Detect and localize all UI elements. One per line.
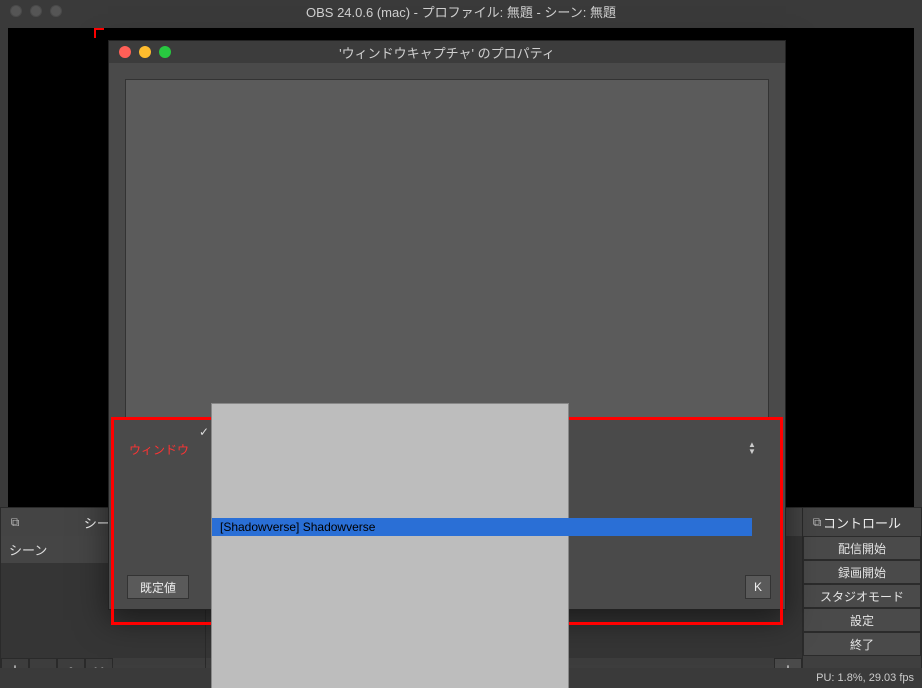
main-window-titlebar: OBS 24.0.6 (mac) - プロファイル: 無題 - シーン: 無題	[0, 0, 922, 22]
minimize-icon[interactable]	[30, 5, 42, 17]
zoom-icon[interactable]	[50, 5, 62, 17]
source-bounding-handle-icon[interactable]	[96, 30, 106, 40]
controls-dock: ⧉ コントロール 配信開始 録画開始 スタジオモード 設定 終了	[802, 507, 922, 687]
chevron-down-icon: ▼	[748, 448, 756, 455]
combo-option-selected[interactable]: [Shadowverse] Shadowverse	[212, 518, 752, 536]
close-icon[interactable]	[10, 5, 22, 17]
controls-dock-header: ⧉ コントロール	[803, 508, 921, 536]
start-stream-button[interactable]: 配信開始	[803, 536, 921, 560]
show-cursor-checkbox[interactable]: ✓	[199, 425, 211, 437]
controls-dock-title: コントロール	[823, 513, 901, 532]
settings-button[interactable]: 設定	[803, 608, 921, 632]
dialog-source-preview	[125, 79, 769, 419]
window-field-label: ウィンドウ	[129, 441, 189, 458]
status-text: PU: 1.8%, 29.03 fps	[816, 672, 914, 684]
dialog-titlebar: 'ウィンドウキャプチャ' のプロパティ	[109, 41, 785, 63]
studio-mode-button[interactable]: スタジオモード	[803, 584, 921, 608]
popout-icon[interactable]: ⧉	[7, 514, 23, 530]
exit-button[interactable]: 終了	[803, 632, 921, 656]
start-record-button[interactable]: 録画開始	[803, 560, 921, 584]
main-window-title: OBS 24.0.6 (mac) - プロファイル: 無題 - シーン: 無題	[0, 2, 922, 21]
dialog-title: 'ウィンドウキャプチャ' のプロパティ	[109, 43, 785, 62]
window-combo-popup[interactable]: [Shadowverse] Shadowverse	[211, 403, 569, 688]
controls-list: 配信開始 録画開始 スタジオモード 設定 終了	[803, 536, 921, 656]
main-window-traffic-lights	[0, 5, 62, 17]
window-combo-stepper[interactable]: ▲ ▼	[745, 439, 759, 457]
popout-icon[interactable]: ⧉	[809, 514, 825, 530]
defaults-button[interactable]: 既定値	[127, 575, 189, 599]
app-body: ⧉ シーン シーン ＋ － ∧ ∨ ＋ ⧉ コントロ	[0, 22, 922, 688]
ok-button[interactable]: K	[745, 575, 771, 599]
